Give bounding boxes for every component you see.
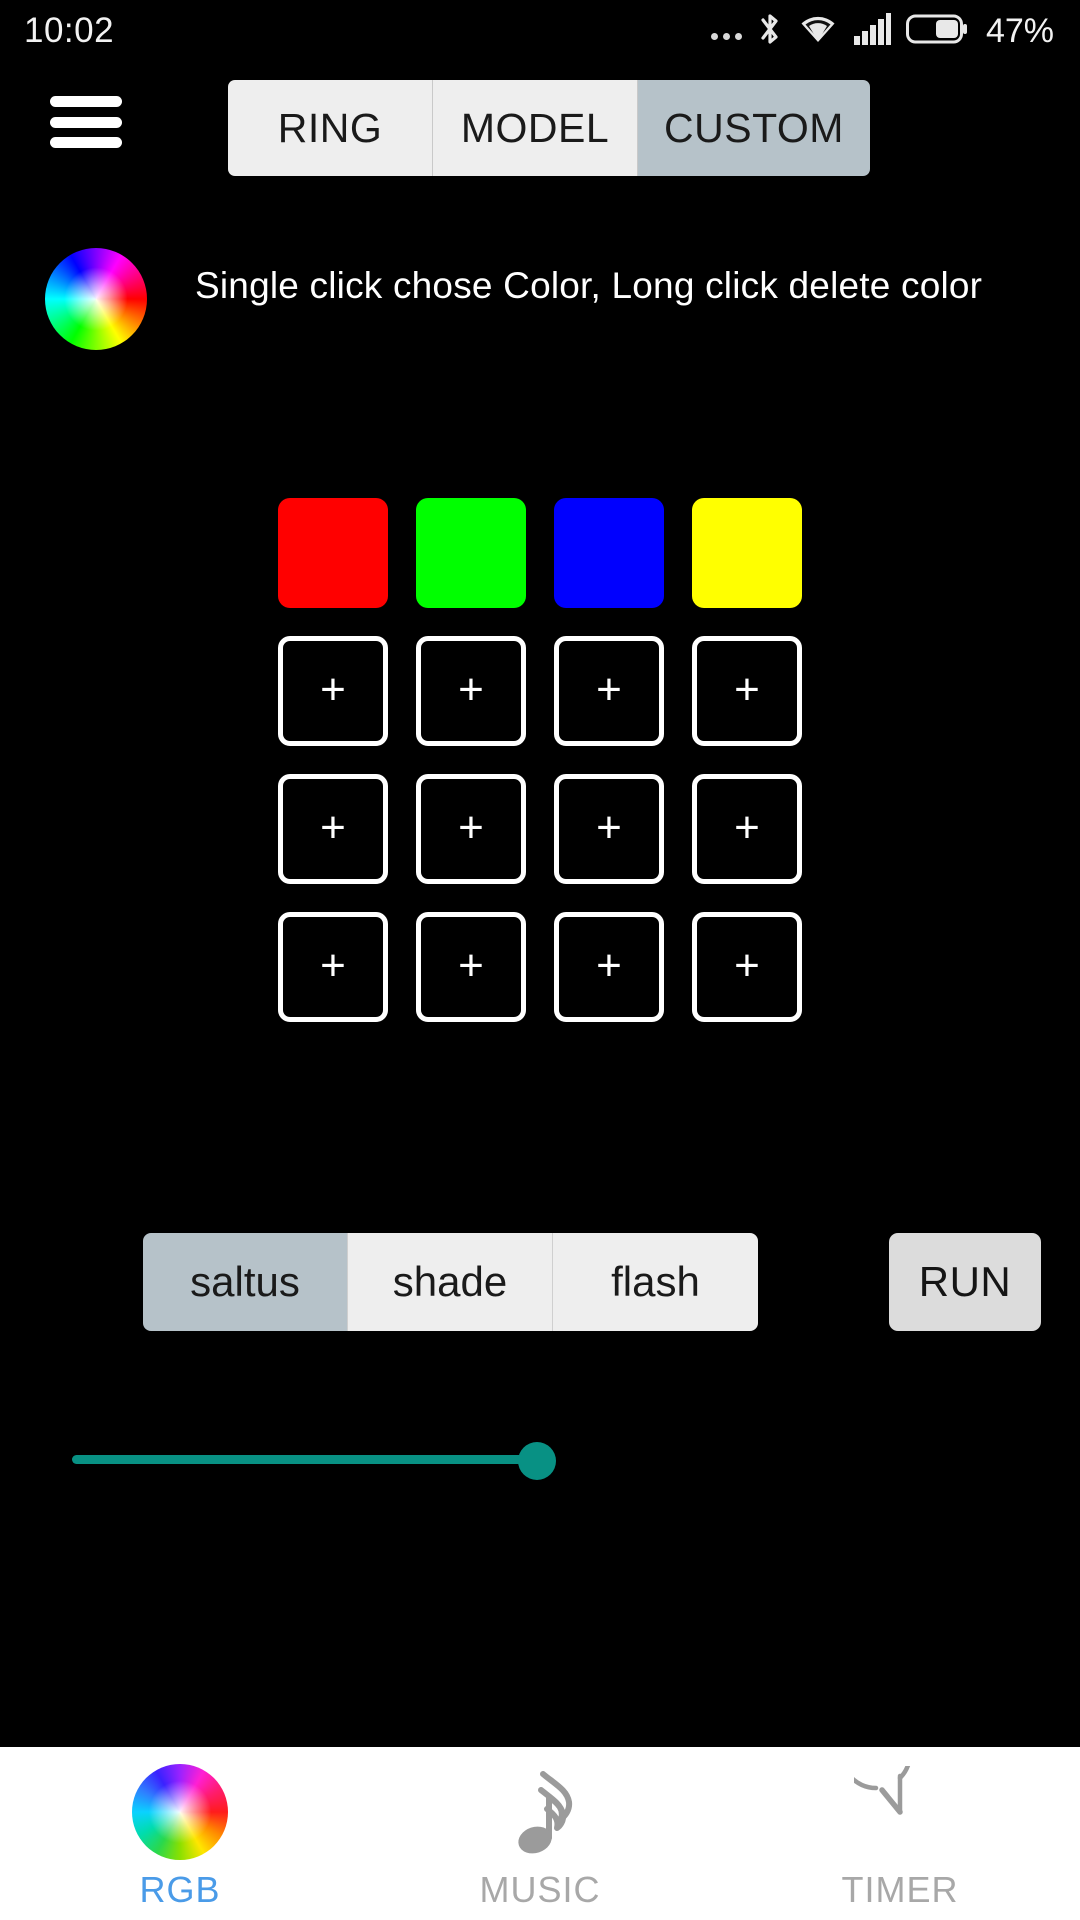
effect-saltus-button[interactable]: saltus: [143, 1233, 348, 1331]
swatch-add-slot-9[interactable]: +: [278, 774, 388, 884]
swatch-add-slot-14[interactable]: +: [416, 912, 526, 1022]
stopwatch-icon: [851, 1763, 949, 1861]
plus-icon: +: [596, 664, 622, 714]
color-wheel-icon: [131, 1763, 229, 1861]
swatch-add-slot-11[interactable]: +: [554, 774, 664, 884]
plus-icon: +: [596, 940, 622, 990]
status-bar: 10:02 47%: [0, 0, 1080, 62]
nav-label-rgb: RGB: [139, 1868, 221, 1910]
swatch-add-slot-16[interactable]: +: [692, 912, 802, 1022]
top-bar: RING MODEL CUSTOM: [0, 62, 1080, 182]
more-dots-icon: [710, 16, 742, 46]
swatch-add-slot-10[interactable]: +: [416, 774, 526, 884]
plus-icon: +: [458, 940, 484, 990]
effect-mode-row: saltus shade flash RUN: [0, 1233, 1080, 1343]
bottom-navigation-bar: RGB MUSIC TIMER: [0, 1747, 1080, 1920]
plus-icon: +: [458, 802, 484, 852]
nav-item-rgb[interactable]: RGB: [0, 1747, 360, 1920]
run-button[interactable]: RUN: [889, 1233, 1041, 1331]
effect-flash-button[interactable]: flash: [553, 1233, 758, 1331]
swatch-yellow[interactable]: [692, 498, 802, 608]
status-bar-icons: 47%: [710, 11, 1054, 52]
plus-icon: +: [596, 802, 622, 852]
wifi-icon: [798, 12, 838, 51]
plus-icon: +: [458, 664, 484, 714]
signal-icon: [853, 12, 891, 50]
plus-icon: +: [734, 664, 760, 714]
tab-ring[interactable]: RING: [228, 80, 433, 176]
nav-item-timer[interactable]: TIMER: [720, 1747, 1080, 1920]
mode-tab-group: RING MODEL CUSTOM: [228, 80, 870, 176]
plus-icon: +: [734, 802, 760, 852]
swatch-add-slot-13[interactable]: +: [278, 912, 388, 1022]
plus-icon: +: [734, 940, 760, 990]
swatch-add-slot-12[interactable]: +: [692, 774, 802, 884]
hamburger-menu-icon[interactable]: [50, 96, 122, 148]
plus-icon: +: [320, 940, 346, 990]
swatch-blue[interactable]: [554, 498, 664, 608]
app-root: 10:02 47% RING MODEL CUSTOM Single click…: [0, 0, 1080, 1920]
plus-icon: +: [320, 802, 346, 852]
swatch-green[interactable]: [416, 498, 526, 608]
battery-icon: [905, 13, 968, 50]
nav-label-timer: TIMER: [841, 1868, 959, 1910]
effect-shade-button[interactable]: shade: [348, 1233, 553, 1331]
slider-track[interactable]: [72, 1455, 540, 1464]
color-hint-label: Single click chose Color, Long click del…: [195, 265, 983, 306]
nav-item-music[interactable]: MUSIC: [360, 1747, 720, 1920]
swatch-add-slot-7[interactable]: +: [554, 636, 664, 746]
swatch-add-slot-5[interactable]: +: [278, 636, 388, 746]
speed-slider[interactable]: [0, 1430, 1080, 1490]
status-bar-clock: 10:02: [24, 11, 115, 50]
nav-label-music: MUSIC: [479, 1868, 601, 1910]
color-swatch-grid: + + + + + + + + + + + +: [278, 498, 802, 1022]
plus-icon: +: [320, 664, 346, 714]
color-picker-row: Single click chose Color, Long click del…: [0, 248, 1080, 352]
swatch-add-slot-6[interactable]: +: [416, 636, 526, 746]
music-note-icon: [491, 1763, 589, 1861]
swatch-add-slot-8[interactable]: +: [692, 636, 802, 746]
bluetooth-icon: [757, 11, 783, 52]
color-wheel-icon[interactable]: [45, 248, 147, 350]
tab-model[interactable]: MODEL: [433, 80, 638, 176]
slider-thumb[interactable]: [518, 1442, 556, 1480]
battery-percent-label: 47%: [985, 11, 1054, 50]
swatch-add-slot-15[interactable]: +: [554, 912, 664, 1022]
tab-custom[interactable]: CUSTOM: [638, 80, 870, 176]
effect-mode-group: saltus shade flash: [143, 1233, 758, 1331]
swatch-red[interactable]: [278, 498, 388, 608]
